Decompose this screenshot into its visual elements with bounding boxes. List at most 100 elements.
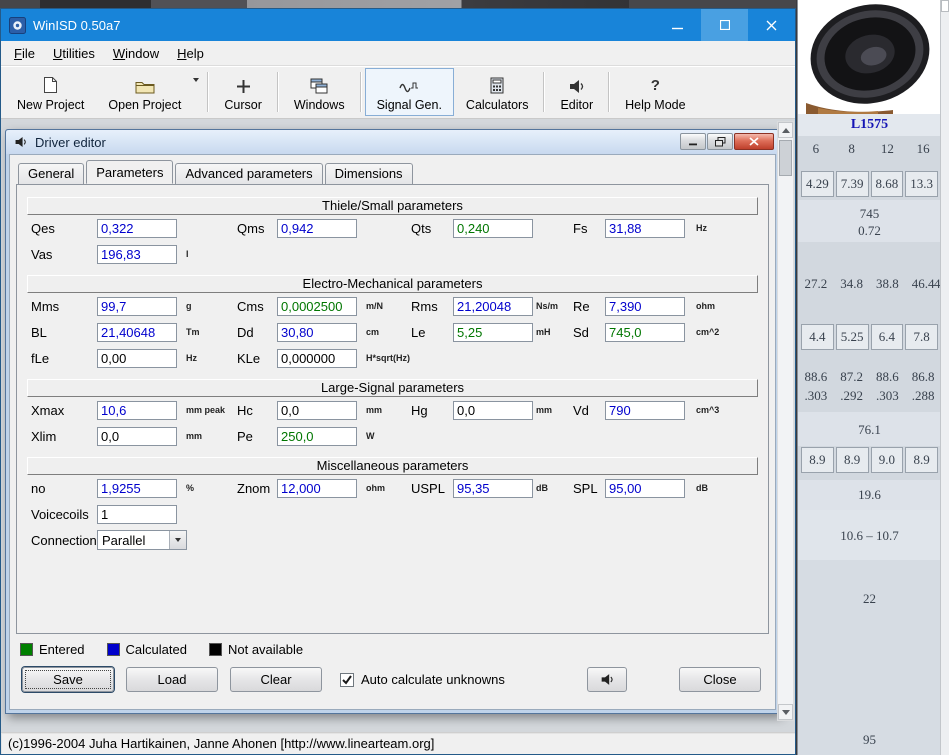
tab-general[interactable]: General [18, 163, 85, 184]
field-label-znom: Znom [237, 480, 271, 496]
menu-file[interactable]: File [5, 43, 44, 64]
dd-input[interactable] [277, 322, 357, 342]
voicecoils-input[interactable] [97, 504, 177, 524]
scrollbar-thumb[interactable] [779, 140, 792, 176]
toolbar-open-project-button[interactable]: Open Project [96, 68, 193, 116]
field-label-dd: Dd [237, 324, 254, 340]
re-input[interactable] [605, 296, 685, 316]
no-input[interactable] [97, 478, 177, 498]
panel-scroll-top-button[interactable] [941, 0, 949, 12]
uspl-input[interactable] [453, 478, 533, 498]
qes-input[interactable] [97, 218, 177, 238]
speaker-icon [601, 674, 613, 685]
toolbar-new-project-button[interactable]: New Project [5, 68, 96, 116]
speaker-button[interactable] [587, 667, 627, 692]
field-row: Voicecoils [23, 501, 762, 527]
znom-input[interactable] [277, 478, 357, 498]
spl-input[interactable] [605, 478, 685, 498]
fs-input[interactable] [605, 218, 685, 238]
save-button[interactable]: Save [22, 667, 114, 692]
toolbar-separator [207, 72, 210, 112]
scroll-up-arrow[interactable] [778, 122, 793, 138]
field-label-bl: BL [31, 324, 47, 340]
titlebar[interactable]: WinISD 0.50a7 [1, 9, 795, 41]
field-row: fLe Hz KLe H*sqrt(Hz) [23, 345, 762, 371]
spec-value: 19.6 [858, 487, 881, 502]
tab-dimensions[interactable]: Dimensions [324, 163, 413, 184]
unit-bl: Tm [186, 327, 200, 337]
dialog-close-action-button[interactable]: Close [679, 667, 761, 692]
panel-scrollbar[interactable] [940, 0, 949, 755]
clear-button[interactable]: Clear [230, 667, 322, 692]
unit-uspl: dB [536, 483, 548, 493]
app-icon [9, 16, 26, 34]
dialog-title: Driver editor [35, 134, 106, 150]
rms-input[interactable] [453, 296, 533, 316]
sd-input[interactable] [605, 322, 685, 342]
toolbar-calculators-button[interactable]: Calculators [454, 68, 541, 116]
mdi-vertical-scrollbar[interactable] [777, 121, 794, 721]
tab-parameters[interactable]: Parameters [86, 160, 174, 184]
field-label-vas: Vas [31, 246, 53, 262]
pe-input[interactable] [277, 426, 357, 446]
toolbar-editor-button[interactable]: Editor [548, 68, 605, 116]
bl-input[interactable] [97, 322, 177, 342]
menu-help[interactable]: Help [168, 43, 213, 64]
spec-row: 27.2 34.8 38.8 46.4 [804, 276, 935, 291]
dialog-titlebar[interactable]: Driver editor [6, 130, 779, 154]
mms-input[interactable] [97, 296, 177, 316]
winisd-main-window: WinISD 0.50a7 File Utilities Window Help… [0, 8, 796, 755]
unit-dd: cm [366, 327, 380, 337]
xlim-input[interactable] [97, 426, 177, 446]
fle-input[interactable] [97, 348, 177, 368]
open-project-dropdown[interactable] [193, 68, 204, 116]
xmax-input[interactable] [97, 400, 177, 420]
field-row: Xmax mm peak Hc mm Hg mm Vd cm^3 [23, 397, 762, 423]
toolbar-windows-button[interactable]: Windows [282, 68, 357, 116]
kle-input[interactable] [277, 348, 357, 368]
maximize-button[interactable] [701, 9, 748, 41]
field-row: Vas l [23, 241, 762, 267]
connection-dropdown-button[interactable] [169, 531, 186, 549]
dialog-close-button[interactable] [734, 133, 774, 150]
field-label-sd: Sd [573, 324, 589, 340]
hc-input[interactable] [277, 400, 357, 420]
spec-row: 88.6 87.2 88.6 86.8 [804, 369, 935, 384]
menu-utilities[interactable]: Utilities [44, 43, 104, 64]
speaker-icon [14, 136, 28, 148]
cms-input[interactable] [277, 296, 357, 316]
field-label-qts: Qts [411, 220, 432, 236]
vd-input[interactable] [605, 400, 685, 420]
minimize-button[interactable] [654, 9, 701, 41]
unit-pe: W [366, 431, 375, 441]
menu-window[interactable]: Window [104, 43, 168, 64]
connection-select[interactable]: Parallel [97, 530, 187, 550]
legend-calculated-label: Calculated [125, 642, 187, 657]
spec-row-cells: 8.9 8.9 9.0 8.9 [798, 447, 941, 473]
le-input[interactable] [453, 322, 533, 342]
toolbar-signal-gen-button[interactable]: Signal Gen. [364, 68, 454, 116]
auto-calc-checkbox[interactable] [340, 672, 354, 687]
unit-hc: mm [366, 405, 383, 415]
unit-hg: mm [536, 405, 553, 415]
spec-value: 745 [859, 206, 880, 221]
unit-vd: cm^3 [696, 405, 720, 415]
qts-input[interactable] [453, 218, 533, 238]
qms-input[interactable] [277, 218, 357, 238]
driver-editor-dialog: Driver editor General Parameters Advance… [5, 129, 780, 714]
tab-advanced-parameters[interactable]: Advanced parameters [175, 163, 323, 184]
load-button[interactable]: Load [126, 667, 218, 692]
field-label-xlim: Xlim [31, 428, 57, 444]
connection-selected-value: Parallel [102, 532, 146, 548]
scroll-down-arrow[interactable] [778, 704, 793, 720]
dialog-minimize-button[interactable] [680, 133, 706, 150]
toolbar-cursor-button[interactable]: Cursor [212, 68, 274, 116]
field-label-hc: Hc [237, 402, 253, 418]
hg-input[interactable] [453, 400, 533, 420]
vas-input[interactable] [97, 244, 177, 264]
dialog-restore-button[interactable] [707, 133, 733, 150]
close-button[interactable] [748, 9, 795, 41]
field-label-le: Le [411, 324, 426, 340]
toolbar-help-mode-button[interactable]: ? Help Mode [613, 68, 697, 116]
field-label-uspl: USPL [411, 480, 445, 496]
